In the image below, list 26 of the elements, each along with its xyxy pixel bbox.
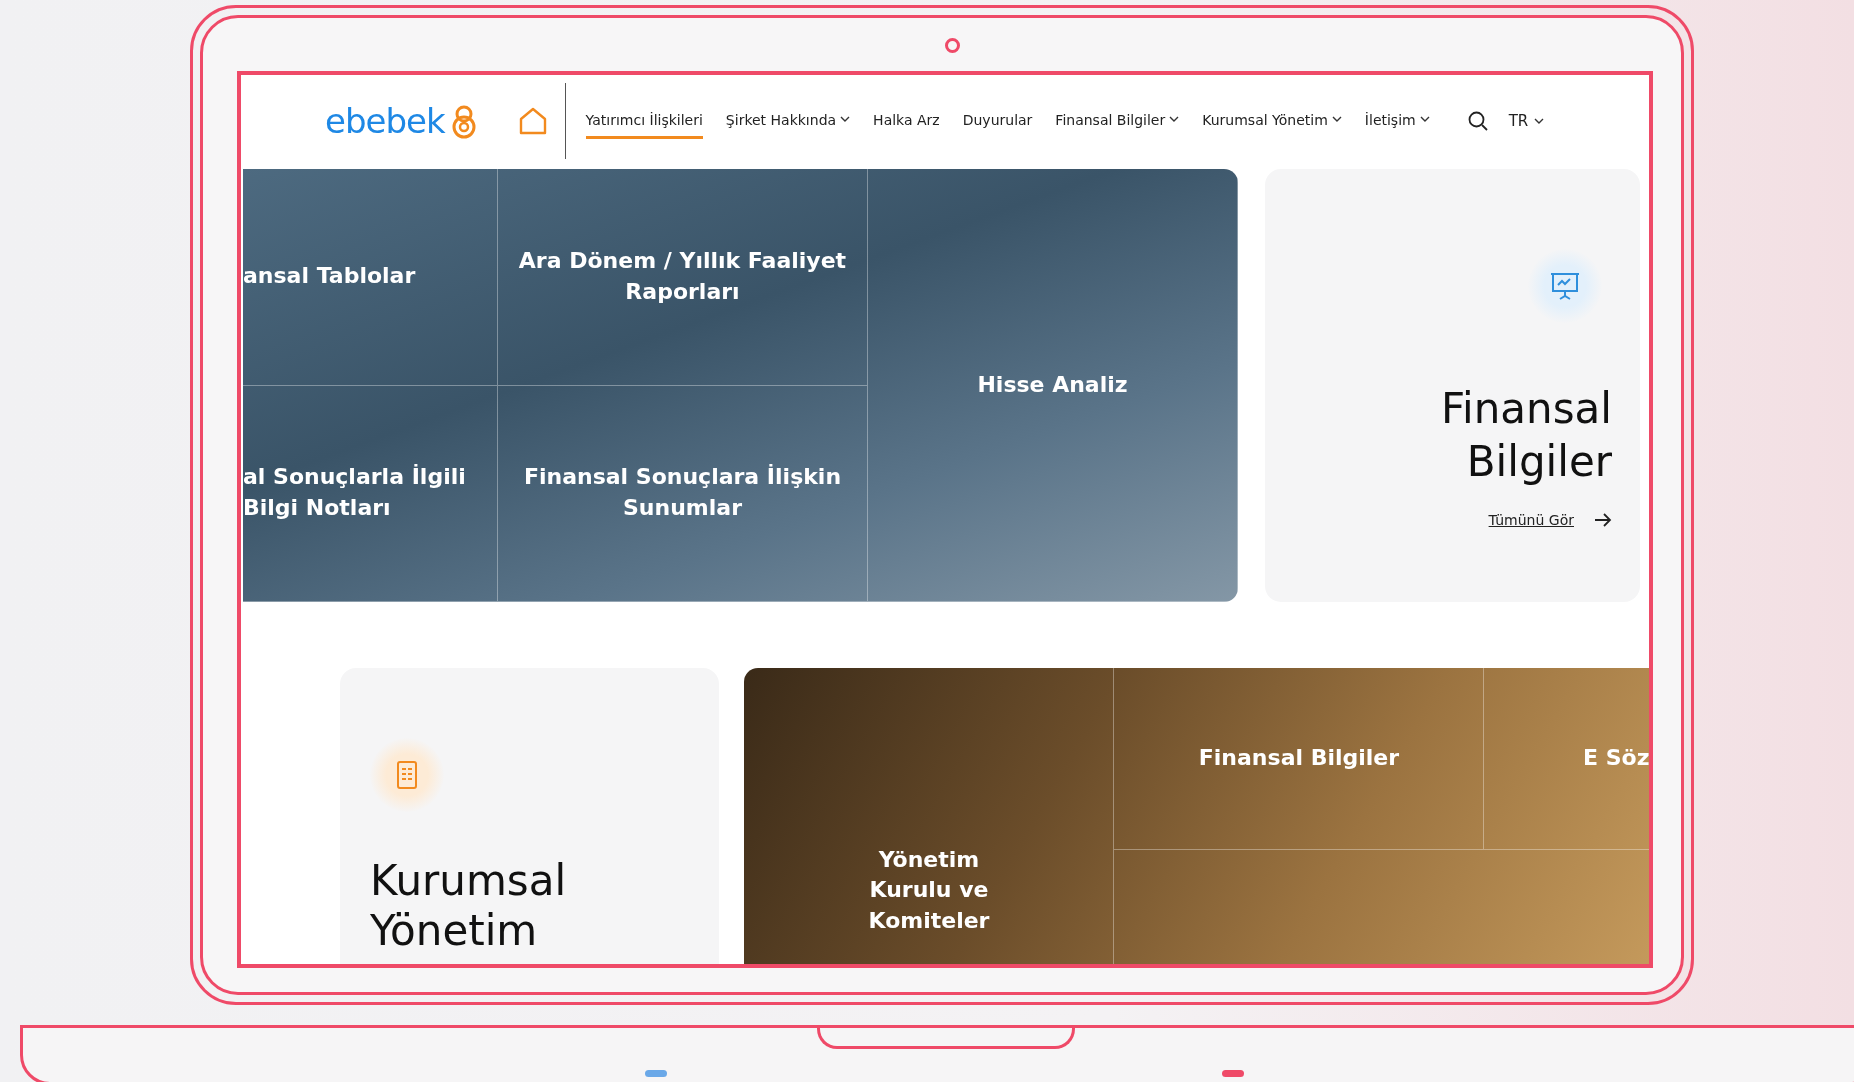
nav-link[interactable]: Şirket Hakkında: [725, 103, 851, 139]
category-tile[interactable]: ansal Tablolar: [243, 169, 498, 386]
card-title: Kurumsal Yönetim: [370, 856, 568, 957]
category-tile[interactable]: Finansal Bilgiler: [1114, 668, 1485, 850]
category-tile[interactable]: Ara Dönem / Yıllık Faaliyet Raporları: [498, 169, 868, 386]
nav-link[interactable]: Duyurular: [962, 103, 1033, 139]
category-tile[interactable]: Finansal Sonuçlara İlişkin Sunumlar: [498, 385, 868, 602]
category-tile[interactable]: Hisse Analiz: [868, 169, 1238, 602]
camera-dot: [945, 38, 960, 53]
category-tile[interactable]: al Sonuçlarla İlgili Bilgi Notları: [243, 385, 498, 602]
nav-link[interactable]: Finansal Bilgiler: [1055, 103, 1180, 139]
search-icon[interactable]: [1466, 110, 1489, 132]
laptop-foot: [645, 1070, 667, 1077]
nav-link[interactable]: İletişim: [1364, 103, 1430, 139]
nav-link[interactable]: Yatırımcı İlişkileri: [585, 103, 703, 139]
arrow-icon: [1594, 513, 1612, 527]
language-selector[interactable]: TR: [1508, 112, 1545, 130]
caret-icon: [1534, 117, 1545, 125]
category-tile[interactable]: Yönetim Kurulu ve Komiteler: [744, 668, 1115, 964]
presentation-board-icon: [1549, 270, 1581, 302]
logo-link[interactable]: ebebek: [325, 101, 479, 141]
card-title: Finansal Bilgiler: [1439, 383, 1612, 488]
nav-link[interactable]: Kurumsal Yönetim: [1202, 103, 1342, 139]
nav-link[interactable]: Halka Arz: [873, 103, 940, 139]
laptop-foot: [1222, 1070, 1244, 1077]
view-all-link[interactable]: Tümünü Gör: [1488, 512, 1612, 528]
